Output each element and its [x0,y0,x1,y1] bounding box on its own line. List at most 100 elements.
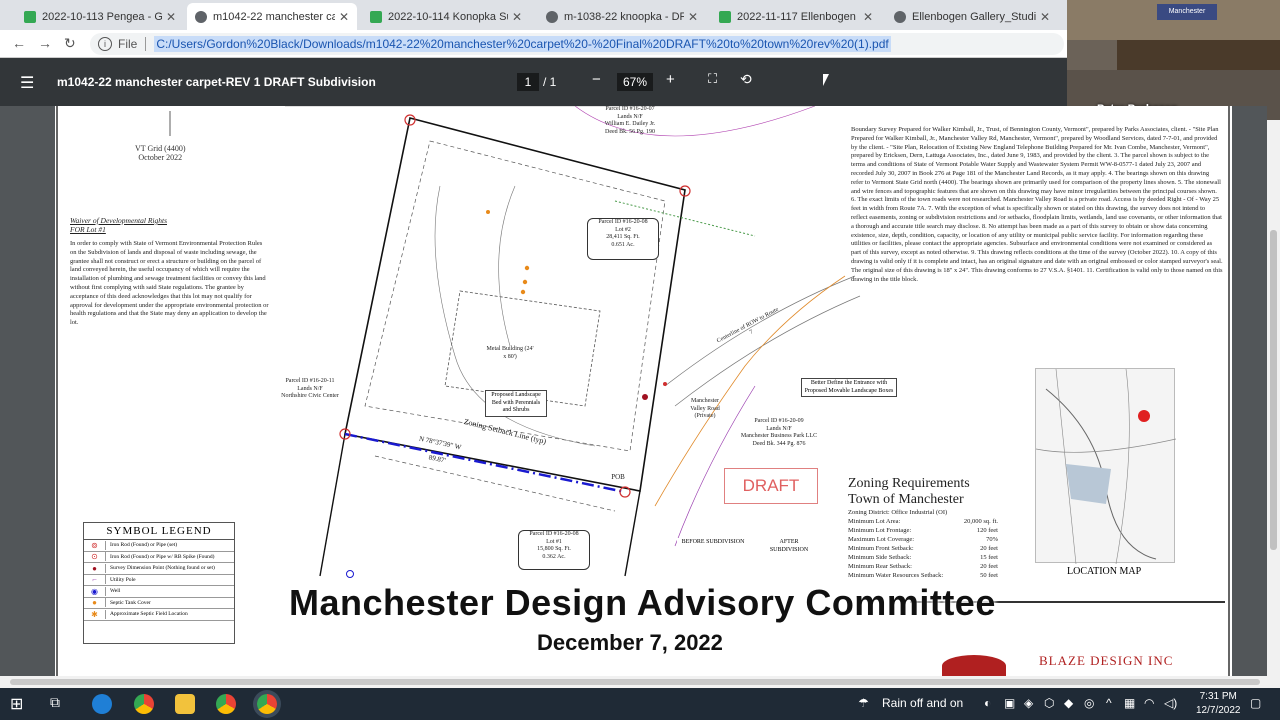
close-icon[interactable]: ✕ [1040,10,1050,24]
task-view-icon[interactable]: ⧉ [50,694,60,714]
tab-ellenbogen-gallery[interactable]: Ellenbogen Gallery_Studio ✕ [886,3,1058,30]
zoning-row: Maximum Lot Coverage: 70% [848,535,998,544]
zoom-level-input[interactable]: 67% [617,73,653,91]
tray-app-icon[interactable]: ◐ [984,696,991,710]
weather-icon[interactable]: ☂ [858,696,869,710]
tab-label: m-1038-22 knoopka - DRA [564,10,684,23]
vertical-scrollbar[interactable] [1267,120,1280,676]
page-number-input[interactable]: 1 [517,73,539,91]
edge-icon[interactable] [92,694,112,714]
network-icon[interactable]: ▦ [1124,696,1135,710]
sheets-icon [370,10,382,23]
system-clock[interactable]: 7:31 PM 12/7/2022 [1196,690,1241,718]
zoning-title-1: Zoning Requirements [848,476,970,491]
page-total: / 1 [543,75,557,89]
before-subdivision-header: BEFORE SUBDIVISION [677,538,749,548]
scroll-thumb[interactable] [1270,230,1277,550]
tab-pengea[interactable]: 2022-10-113 Pengea - Go ✕ [16,3,184,30]
company-logo [942,655,1006,676]
tab-manchester-carpet[interactable]: m1042-22 manchester carp ✕ [187,3,357,30]
tray-app-icon[interactable]: ◎ [1084,696,1094,710]
symbol-legend: SYMBOL LEGEND ⊚ Iron Rod (Found) or Pipe … [83,522,235,644]
metal-building-label: Metal Building (24' x 80') [486,346,534,360]
tray-app-icon[interactable]: ⬡ [1044,696,1054,710]
legend-text: Septic Tank Cover [110,599,151,606]
wifi-icon[interactable]: ◠ [1144,696,1154,710]
windows-start-icon[interactable]: ⊞ [10,694,23,714]
zoning-key: Minimum Lot Frontage: [848,527,912,534]
valley-road-label: Manchester Valley Road (Private) [690,398,720,419]
hamburger-menu-icon[interactable]: ☰ [20,73,34,93]
location-map [1035,368,1176,564]
url-text[interactable]: C:/Users/Gordon%20Black/Downloads/m1042-… [154,36,891,52]
waiver-body: In order to comply with State of Vermont… [70,240,269,327]
close-icon[interactable]: ✕ [166,10,176,24]
close-icon[interactable]: ✕ [339,10,349,24]
legend-item: ⊚ Iron Rod (Found) or Pipe (set) [84,540,234,552]
pob-label: POB [611,473,625,481]
zoning-title-2: Town of Manchester [848,492,964,507]
legend-text: Iron Rod (Found) or Pipe (set) [110,542,178,549]
location-map-graphic [1036,369,1176,564]
scroll-thumb[interactable] [10,679,1260,685]
zoning-value: 50 feet [980,572,998,579]
chrome-icon[interactable] [134,694,154,714]
volume-icon[interactable]: ◁) [1164,696,1177,710]
legend-item: ◉ Well [84,586,234,598]
rotate-icon[interactable]: ⟲ [740,71,752,88]
legend-text: Iron Rod (Found) or Pipe w/ RB Spike (Fo… [110,553,215,560]
tray-app-icon[interactable]: ◆ [1064,696,1073,710]
reload-icon[interactable]: ↻ [64,35,76,52]
zoom-out-button[interactable]: − [592,71,601,88]
close-icon[interactable]: ✕ [688,10,698,24]
legend-item: ✱ Approximate Septic Field Location [84,609,234,621]
tray-app-icon[interactable]: ▣ [1004,696,1015,710]
survey-point-icon: ● [84,563,106,573]
iron-pipe-icon: ⊙ [84,552,106,562]
horizontal-scrollbar[interactable] [0,676,1280,688]
chrome-profile-icon[interactable] [216,694,236,714]
legend-text: Well [110,588,121,595]
utility-pole-icon: ⌐ [84,575,106,585]
forward-icon[interactable]: → [38,35,52,51]
chevron-up-icon[interactable]: ^ [1106,696,1112,710]
address-bar[interactable]: i File C:/Users/Gordon%20Black/Downloads… [90,33,1064,55]
zoning-row: Zoning District: Office Industrial (OI) [848,508,998,517]
company-name: BLAZE DESIGN INC [1039,653,1174,668]
legend-text: Survey Dimension Point (Nothing found or… [110,565,215,572]
tab-label: 2022-10-113 Pengea - Go [42,10,162,23]
parcel-right-label: Parcel ID #16-20-09 Lands N/F Manchester… [740,418,818,447]
file-explorer-icon[interactable] [175,694,195,714]
notification-icon[interactable]: ▢ [1250,696,1261,710]
tray-app-icon[interactable]: ◈ [1024,696,1033,710]
pdf-viewport[interactable]: VT Grid (4400) October 2022 Waiver of De… [0,106,1267,676]
zoning-key: Zoning District: Office Industrial (OI) [848,509,948,516]
zoning-row: Minimum Rear Setback: 20 feet [848,562,998,571]
fit-page-icon[interactable]: ⛶ [708,71,717,87]
waiver-title: Waiver of Developmental Rights [70,216,167,225]
tab-konopka[interactable]: 2022-10-114 Konopka Sub ✕ [362,3,530,30]
tab-knoopka-draft[interactable]: m-1038-22 knoopka - DRA ✕ [538,3,706,30]
zoning-value: 120 feet [976,527,998,534]
taskbar: ⊞ ⧉ ☂ Rain off and on ◐ ▣ ◈ ⬡ ◆ ◎ ^ ▦ ◠ … [0,688,1280,720]
waiver-subtitle: FOR Lot #1 [70,225,106,234]
chrome-active-icon[interactable] [257,694,277,714]
parcel-top-label: Parcel ID #16-20-07 Lands N/F William E.… [604,106,656,135]
legend-item: ⌐ Utility Pole [84,575,234,586]
zoning-row: Minimum Front Setback: 20 feet [848,544,998,553]
close-icon[interactable]: ✕ [863,10,873,24]
zoning-row: Minimum Side Setback: 15 feet [848,553,998,562]
septic-field-icon: ✱ [84,609,106,619]
file-scheme-label: File [118,37,147,51]
tab-ellenbogen[interactable]: 2022-11-117 Ellenbogen ✕ [711,3,881,30]
close-icon[interactable]: ✕ [512,10,522,24]
legend-title: SYMBOL LEGEND [84,523,234,540]
iron-rod-icon: ⊚ [84,540,106,550]
weather-text[interactable]: Rain off and on [882,696,963,710]
well-icon: ◉ [84,586,106,596]
mouse-cursor [823,74,829,86]
zoom-in-button[interactable]: + [666,71,675,88]
tab-label: 2022-10-114 Konopka Sub [388,10,508,23]
info-icon[interactable]: i [98,37,112,51]
back-icon[interactable]: ← [12,35,26,51]
